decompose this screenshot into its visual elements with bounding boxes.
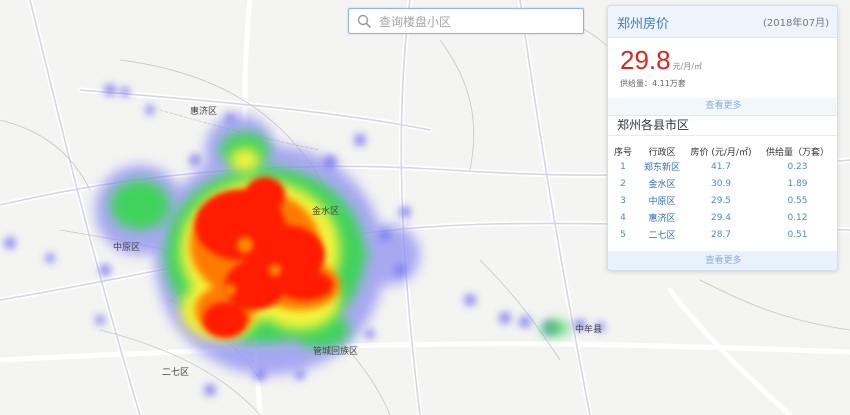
map-label-zhongmou: 中牟县 — [575, 325, 603, 335]
row-district-link[interactable]: 中原区 — [638, 192, 686, 209]
map-label-erqi: 二七区 — [162, 368, 190, 378]
price-info-panel: 郑州房价 (2018年07月) 29.8 元/月/㎡ 供给量：4.11万套 查看更… — [607, 5, 838, 271]
col-header-price: 房价 (元/月/㎡) — [690, 147, 752, 158]
map-label-jinshui: 金水区 — [312, 207, 340, 217]
panel-date: (2018年07月) — [763, 18, 829, 29]
district-table: 序号 行政区 房价 (元/月/㎡) 供给量（万套） 1 郑东新区 41.7 0.… — [608, 144, 837, 243]
row-supply: 0.51 — [787, 229, 808, 240]
row-index: 5 — [620, 229, 626, 240]
map-label-huiji: 惠济区 — [190, 107, 218, 117]
row-index: 3 — [620, 195, 626, 206]
price-unit: 元/月/㎡ — [672, 62, 702, 71]
row-price: 28.7 — [710, 229, 732, 240]
row-district-link[interactable]: 金水区 — [638, 175, 686, 192]
panel-title: 郑州房价 — [617, 17, 670, 32]
row-index: 2 — [620, 178, 626, 189]
row-district-link[interactable]: 郑东新区 — [638, 158, 686, 175]
table-row: 3 中原区 29.5 0.55 — [608, 192, 837, 209]
search-input[interactable] — [377, 9, 581, 35]
table-row: 5 二七区 28.7 0.51 — [608, 226, 837, 243]
search-box[interactable] — [348, 8, 584, 35]
table-row: 1 郑东新区 41.7 0.23 — [608, 158, 837, 175]
table-row: 2 金水区 30.9 1.89 — [608, 175, 837, 192]
col-header-district: 行政区 — [648, 147, 676, 158]
section-divider — [608, 135, 837, 136]
col-header-index: 序号 — [613, 147, 632, 158]
section-title: 郑州各县市区 — [617, 118, 690, 132]
table-row: 4 惠济区 29.4 0.12 — [608, 209, 837, 226]
row-district-link[interactable]: 二七区 — [638, 226, 686, 243]
view-more-button-top[interactable]: 查看更多 — [608, 98, 837, 116]
row-supply: 0.23 — [787, 161, 808, 172]
row-index: 1 — [620, 161, 626, 172]
row-price: 29.4 — [710, 212, 732, 223]
row-supply: 1.89 — [787, 178, 808, 189]
row-price: 29.5 — [710, 195, 732, 206]
row-district-link[interactable]: 惠济区 — [638, 209, 686, 226]
view-more-button-bottom[interactable]: 查看更多 — [608, 251, 837, 270]
col-header-supply: 供给量（万套） — [765, 147, 829, 158]
price-value: 29.8 — [620, 45, 671, 75]
supply-text: 供给量：4.11万套 — [620, 79, 686, 88]
row-index: 4 — [620, 212, 626, 223]
panel-header: 郑州房价 (2018年07月) — [608, 6, 837, 38]
row-price: 41.7 — [710, 161, 732, 172]
map-label-zhongyuan: 中原区 — [113, 243, 141, 253]
row-supply: 0.12 — [787, 212, 808, 223]
price-row: 29.8 元/月/㎡ — [620, 45, 702, 76]
row-supply: 0.55 — [787, 195, 808, 206]
search-icon — [357, 14, 371, 28]
table-header-row: 序号 行政区 房价 (元/月/㎡) 供给量（万套） — [608, 144, 837, 158]
map-label-guancheng: 管城回族区 — [313, 347, 359, 357]
row-price: 30.9 — [710, 178, 732, 189]
